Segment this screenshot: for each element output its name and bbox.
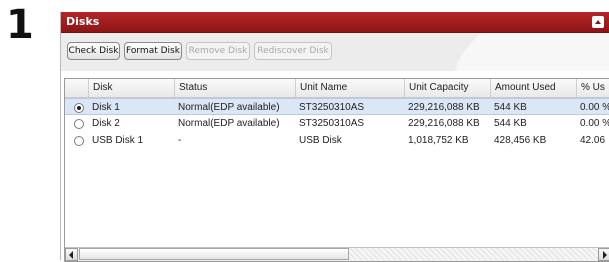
- cell-status: Normal(EDP available): [178, 102, 280, 113]
- scroll-left-icon[interactable]: [65, 248, 78, 261]
- scroll-right-icon[interactable]: [598, 248, 609, 261]
- cell-disk: Disk 1: [92, 102, 120, 113]
- cell-unit-name: ST3250310AS: [299, 118, 365, 129]
- cell-unit-capacity: 229,216,088 KB: [408, 118, 480, 129]
- radio-button[interactable]: [74, 103, 84, 113]
- panel-titlebar: Disks: [61, 12, 609, 33]
- rediscover-disk-button[interactable]: Rediscover Disk: [254, 42, 332, 60]
- header-percent-used[interactable]: % Us: [576, 79, 609, 97]
- header-unit-name[interactable]: Unit Name: [295, 79, 404, 97]
- toolbar-decoration: [436, 33, 609, 71]
- table-row[interactable]: Disk 2 Normal(EDP available) ST3250310AS…: [65, 115, 609, 132]
- radio-button[interactable]: [74, 119, 84, 129]
- table-row[interactable]: USB Disk 1 - USB Disk 1,018,752 KB 428,4…: [65, 132, 609, 149]
- toolbar: Check Disk Format Disk Remove Disk Redis…: [61, 33, 609, 71]
- header-select: [65, 79, 88, 97]
- cell-percent-used: 42.06: [580, 135, 606, 146]
- cell-amount-used: 428,456 KB: [494, 135, 547, 146]
- cell-percent-used: 0.00 %: [580, 102, 609, 113]
- step-number: 1: [6, 2, 34, 48]
- scrollbar-thumb[interactable]: [79, 248, 349, 260]
- cell-status: -: [178, 135, 182, 146]
- cell-disk: USB Disk 1: [92, 135, 144, 146]
- table-row[interactable]: Disk 1 Normal(EDP available) ST3250310AS…: [65, 98, 609, 115]
- format-disk-button[interactable]: Format Disk: [124, 42, 182, 60]
- cell-percent-used: 0.00 %: [580, 118, 609, 129]
- disks-panel: Disks Check Disk Format Disk Remove Disk…: [60, 12, 609, 262]
- table-header: Disk Status Unit Name Unit Capacity Amou…: [65, 79, 609, 98]
- check-disk-button[interactable]: Check Disk: [67, 42, 120, 60]
- cell-amount-used: 544 KB: [494, 118, 527, 129]
- cell-status: Normal(EDP available): [178, 118, 280, 129]
- collapse-icon[interactable]: [592, 16, 604, 28]
- cell-unit-name: USB Disk: [299, 135, 342, 146]
- cell-unit-capacity: 229,216,088 KB: [408, 102, 480, 113]
- cell-unit-capacity: 1,018,752 KB: [408, 135, 469, 146]
- disk-table: Disk Status Unit Name Unit Capacity Amou…: [64, 78, 609, 262]
- header-status[interactable]: Status: [174, 79, 295, 97]
- remove-disk-button[interactable]: Remove Disk: [186, 42, 250, 60]
- header-amount-used[interactable]: Amount Used: [490, 79, 576, 97]
- scrollbar-track[interactable]: [349, 248, 598, 260]
- horizontal-scrollbar[interactable]: [65, 247, 609, 261]
- panel-title: Disks: [66, 15, 100, 28]
- cell-amount-used: 544 KB: [494, 102, 527, 113]
- cell-disk: Disk 2: [92, 118, 120, 129]
- cell-unit-name: ST3250310AS: [299, 102, 365, 113]
- header-disk[interactable]: Disk: [88, 79, 174, 97]
- header-unit-capacity[interactable]: Unit Capacity: [404, 79, 490, 97]
- radio-button[interactable]: [74, 136, 84, 146]
